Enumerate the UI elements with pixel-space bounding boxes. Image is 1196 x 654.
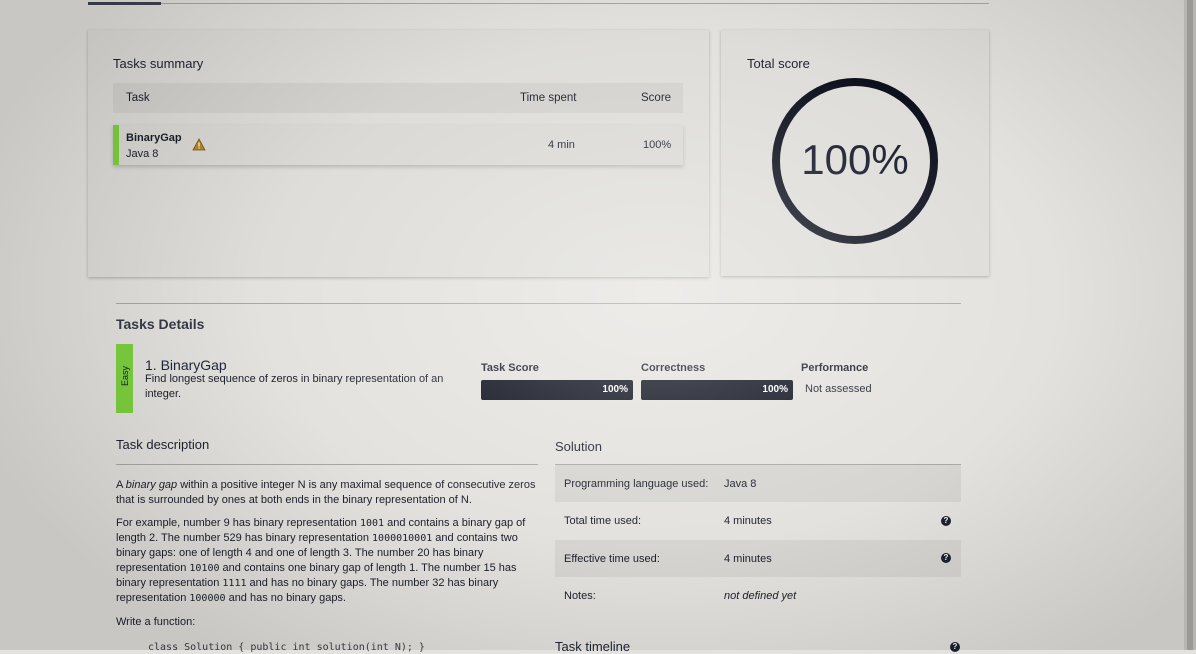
scrollbar[interactable] bbox=[1184, 0, 1196, 650]
correctness-bar: 100% bbox=[641, 380, 793, 400]
help-icon[interactable]: ? bbox=[941, 553, 951, 563]
task-score-label: Task Score bbox=[481, 362, 539, 374]
task-number: 1. bbox=[145, 357, 161, 373]
task-subtitle: Find longest sequence of zeros in binary… bbox=[145, 373, 444, 400]
function-signature-code: class Solution { public int solution(int… bbox=[148, 642, 425, 653]
warning-icon[interactable] bbox=[192, 138, 206, 156]
solution-key: Programming language used: bbox=[564, 478, 709, 490]
active-tab-indicator[interactable] bbox=[88, 2, 161, 5]
task-time-spent: 4 min bbox=[548, 139, 575, 151]
task-score: 100% bbox=[643, 139, 672, 151]
performance-value: Not assessed bbox=[805, 383, 872, 395]
task-score-bar: 100% bbox=[481, 380, 633, 400]
task-status-bar bbox=[113, 125, 119, 165]
binary-gap-term: binary gap bbox=[125, 479, 178, 491]
column-score: Score bbox=[641, 92, 672, 104]
solution-row-total-time: Total time used: 4 minutes ? bbox=[555, 502, 961, 539]
description-paragraph-3: Write a function: bbox=[116, 616, 196, 628]
scrollbar-thumb[interactable] bbox=[1187, 0, 1193, 650]
tasks-summary-title: Tasks summary bbox=[113, 56, 204, 71]
task-score-bar-value: 100% bbox=[602, 384, 628, 395]
solution-value: 4 minutes bbox=[724, 515, 772, 527]
solution-key: Notes: bbox=[564, 590, 596, 602]
solution-row-language: Programming language used: Java 8 bbox=[555, 465, 961, 502]
description-divider bbox=[116, 464, 538, 465]
column-time-spent: Time spent bbox=[520, 92, 577, 104]
total-score-card: Total score 100% bbox=[721, 30, 989, 276]
column-task: Task bbox=[126, 92, 150, 104]
help-icon[interactable]: ? bbox=[941, 516, 951, 526]
solution-row-notes: Notes: not defined yet bbox=[555, 577, 961, 614]
task-timeline-title: Task timeline bbox=[555, 639, 631, 654]
task-language: Java 8 bbox=[126, 148, 159, 160]
solution-value: Java 8 bbox=[724, 478, 757, 490]
correctness-label: Correctness bbox=[641, 362, 706, 374]
solution-value: not defined yet bbox=[724, 590, 797, 602]
solution-key: Effective time used: bbox=[564, 553, 660, 565]
solution-title: Solution bbox=[555, 439, 602, 454]
difficulty-badge: Easy bbox=[116, 344, 133, 413]
task-description-title: Task description bbox=[116, 437, 210, 452]
solution-row-effective-time: Effective time used: 4 minutes ? bbox=[555, 540, 961, 577]
description-paragraph-2: For example, number 9 has binary represe… bbox=[116, 517, 526, 604]
table-row[interactable]: BinaryGap Java 8 4 min 100% bbox=[113, 125, 683, 165]
solution-key: Total time used: bbox=[564, 515, 642, 527]
solution-value: 4 minutes bbox=[724, 553, 772, 565]
performance-label: Performance bbox=[801, 362, 869, 374]
task-title-link[interactable]: BinaryGap bbox=[161, 357, 227, 373]
details-divider bbox=[116, 303, 961, 304]
description-paragraph-1: A binary gap within a positive integer N… bbox=[116, 479, 536, 506]
tasks-details-title: Tasks Details bbox=[116, 316, 205, 332]
tasks-table-header: Task Time spent Score bbox=[113, 83, 683, 113]
help-icon[interactable]: ? bbox=[950, 642, 960, 652]
tasks-summary-card: Tasks summary Task Time spent Score Bina… bbox=[88, 30, 709, 277]
difficulty-label: Easy bbox=[120, 366, 130, 387]
top-tab-rule bbox=[88, 3, 989, 4]
correctness-bar-value: 100% bbox=[762, 384, 788, 395]
task-title: 1. BinaryGap bbox=[145, 357, 227, 373]
total-score-value: 100% bbox=[801, 136, 909, 183]
total-score-title: Total score bbox=[747, 56, 810, 71]
task-name[interactable]: BinaryGap bbox=[126, 132, 182, 144]
